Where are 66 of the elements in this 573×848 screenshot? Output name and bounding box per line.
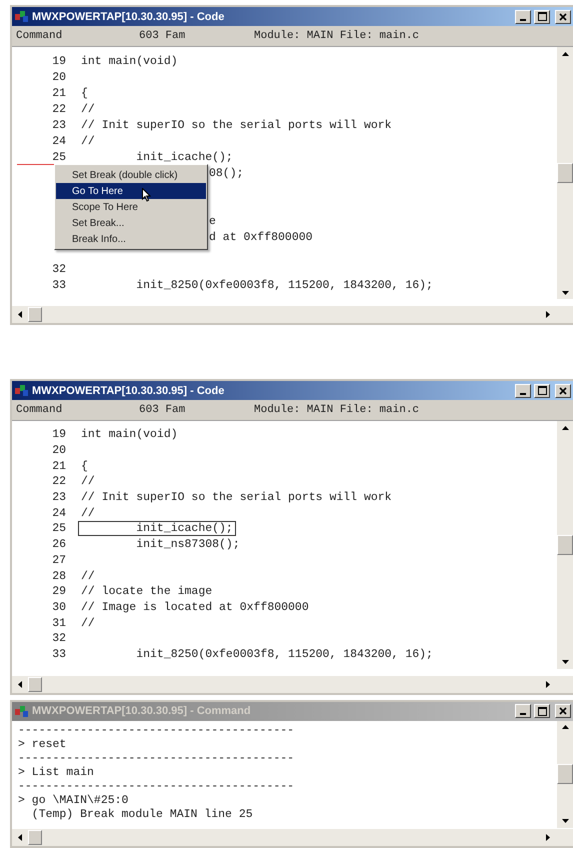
line-number: 19 (51, 54, 66, 68)
code-line: // (80, 102, 96, 116)
code-line: e (208, 214, 217, 228)
code-line: init_icache(); (135, 150, 234, 164)
console-line: > List main (17, 766, 95, 780)
module-label: Module: MAIN File: main.c (254, 404, 420, 416)
code-line: int main(void) (80, 54, 179, 68)
command-label: Command (16, 30, 64, 42)
console-line: (Temp) Break module MAIN line 25 (30, 808, 254, 822)
line-number: 24 (51, 506, 66, 520)
line-number: 31 (51, 616, 66, 630)
code-line: // (80, 474, 96, 490)
line-number: 23 (51, 491, 66, 504)
window-title: MWXPOWERTAP[10.30.30.95] - Command (32, 705, 252, 717)
line-number: 33 (51, 648, 66, 661)
code-line: int main(void) (80, 427, 179, 442)
line-number: 21 (51, 86, 66, 100)
module-label: Module: MAIN File: main.c (254, 30, 420, 42)
cpu-label: 603 Fam (139, 30, 186, 42)
line-number: 29 (51, 585, 66, 598)
command-label: Command (16, 404, 64, 416)
code-line: // (80, 506, 96, 521)
menu-item[interactable]: Go To Here (56, 183, 206, 199)
line-number: 19 (51, 428, 66, 442)
code-line: // locate the image (80, 584, 214, 600)
line-number: 20 (51, 444, 66, 458)
code-line: // Init superIO so the serial ports will work (80, 490, 393, 506)
line-number: 30 (51, 600, 66, 614)
code-line: // (80, 568, 96, 584)
line-number: 20 (51, 70, 66, 84)
line-number: 25 (51, 150, 66, 164)
line-number: 23 (51, 118, 66, 132)
code-line: 08(); (208, 166, 245, 180)
code-line: init_8250(0xfe0003f8, 115200, 1843200, 16); (135, 646, 434, 662)
console-line: > reset (17, 738, 68, 752)
line-number: 22 (51, 475, 66, 488)
line-number: 32 (51, 262, 66, 276)
code-line: // (80, 616, 96, 631)
console-line: ---------------------------------------- (17, 780, 296, 794)
code-line: // Image is located at 0xff800000 (80, 600, 310, 615)
line-number: 28 (51, 570, 66, 583)
line-number: 32 (51, 632, 66, 646)
menu-item[interactable]: Set Break... (56, 215, 206, 231)
code-line: init_8250(0xfe0003f8, 115200, 1843200, 16); (135, 278, 434, 292)
code-line: // Init superIO so the serial ports will work (80, 118, 393, 132)
line-number: 24 (51, 134, 66, 148)
console-line: ---------------------------------------- (17, 752, 296, 766)
console-line: ---------------------------------------- (17, 724, 296, 738)
code-line: // (80, 134, 96, 148)
code-line: init_ns87308(); (135, 537, 241, 552)
console-line: > go \MAIN\#25:0 (17, 794, 130, 808)
window-title: MWXPOWERTAP[10.30.30.95] - Code (32, 384, 226, 396)
line-number: 27 (51, 554, 66, 567)
window-title: MWXPOWERTAP[10.30.30.95] - Code (32, 10, 226, 22)
code-line: { (80, 458, 89, 474)
line-number: 22 (51, 102, 66, 116)
cpu-label: 603 Fam (139, 404, 186, 416)
line-number: 26 (51, 538, 66, 552)
menu-item[interactable]: Set Break (double click) (56, 167, 206, 183)
line-number: 33 (51, 278, 66, 292)
line-number: 25 (51, 522, 66, 536)
line-number: 21 (51, 460, 66, 473)
code-line: d at 0xff800000 (208, 230, 314, 244)
code-line: { (80, 86, 89, 100)
menu-item[interactable]: Break Info... (56, 231, 206, 247)
menu-item[interactable]: Scope To Here (56, 199, 206, 215)
